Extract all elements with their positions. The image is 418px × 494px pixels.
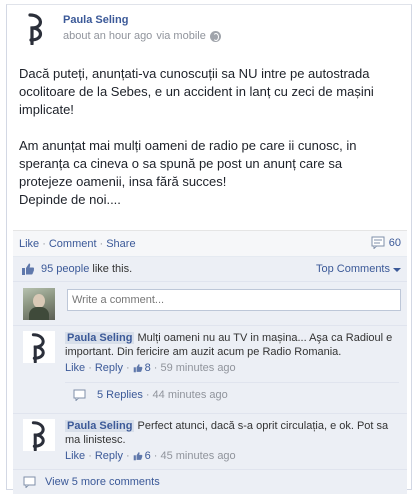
comment-composer bbox=[13, 282, 407, 326]
separator: · bbox=[42, 237, 46, 250]
comment-body: Paula Seling Mulți oameni nu au TV in ma… bbox=[65, 331, 399, 375]
reply-icon bbox=[73, 389, 86, 401]
post-actions-bar: Like · Comment · Share 60 bbox=[13, 230, 407, 256]
comment-bubble-icon bbox=[23, 476, 36, 488]
comments-area: 95 people like this. Top Comments Paula … bbox=[13, 256, 407, 494]
post-via: via mobile bbox=[156, 30, 206, 42]
comment-meta: Like · Reply · 6 · 45 minutes ago bbox=[65, 449, 399, 463]
separator: · bbox=[153, 450, 158, 462]
likes-suffix: like this. bbox=[89, 263, 133, 275]
post-timestamp[interactable]: about an hour ago bbox=[63, 30, 152, 42]
comment-timestamp[interactable]: 45 minutes ago bbox=[160, 449, 235, 463]
replies-timestamp: 44 minutes ago bbox=[152, 388, 228, 401]
comment-like-count[interactable]: 6 bbox=[145, 449, 151, 463]
comment-link[interactable]: Comment bbox=[49, 238, 97, 250]
author-avatar[interactable] bbox=[19, 11, 53, 46]
replies-link[interactable]: 5 Replies bbox=[97, 389, 143, 401]
comment-reply-link[interactable]: Reply bbox=[95, 361, 123, 375]
separator: · bbox=[88, 362, 92, 374]
separator: · bbox=[125, 450, 130, 462]
post-paragraph-1: Dacă puteți, anunțati-va cunoscuții sa N… bbox=[19, 66, 374, 117]
likes-row: 95 people like this. Top Comments bbox=[13, 257, 407, 282]
post-body: Dacă puteți, anunțati-va cunoscuții sa N… bbox=[19, 65, 397, 209]
comment-input[interactable] bbox=[67, 289, 401, 311]
thumbs-up-icon bbox=[133, 364, 142, 373]
comment-body: Paula Seling Perfect atunci, dacă s-a op… bbox=[65, 419, 399, 463]
caret-down-icon bbox=[393, 267, 401, 272]
comment-item: Paula Seling Perfect atunci, dacă s-a op… bbox=[13, 414, 407, 470]
viewer-avatar bbox=[23, 288, 55, 320]
comment-like-link[interactable]: Like bbox=[65, 449, 85, 463]
comment-timestamp[interactable]: 59 minutes ago bbox=[160, 361, 235, 375]
post-paragraph-2: Am anunțat mai mulți oameni de radio pe … bbox=[19, 138, 357, 207]
separator: · bbox=[99, 237, 104, 250]
comment-author-avatar[interactable] bbox=[23, 331, 55, 364]
like-link[interactable]: Like bbox=[19, 238, 39, 250]
top-comments-label: Top Comments bbox=[316, 263, 390, 275]
view-more-link[interactable]: View 5 more comments bbox=[45, 476, 160, 488]
comment-item: Paula Seling Mulți oameni nu au TV in ma… bbox=[13, 326, 407, 414]
comment-meta: Like · Reply · 8 · 59 minutes ago bbox=[65, 361, 399, 375]
replies-row[interactable]: 5 Replies · 44 minutes ago bbox=[65, 382, 399, 406]
top-comments-dropdown[interactable]: Top Comments bbox=[316, 263, 401, 275]
separator: · bbox=[125, 362, 130, 374]
comment-count: 60 bbox=[388, 236, 401, 249]
author-logo-icon bbox=[31, 333, 45, 364]
separator: · bbox=[153, 362, 158, 374]
author-logo-icon bbox=[28, 13, 43, 46]
thumbs-up-icon bbox=[133, 452, 142, 461]
comment-author-name[interactable]: Paula Seling bbox=[65, 332, 135, 344]
separator: · bbox=[88, 450, 92, 462]
share-link[interactable]: Share bbox=[106, 238, 135, 250]
globe-icon[interactable] bbox=[209, 30, 221, 42]
likes-count-link[interactable]: 95 people bbox=[41, 263, 89, 275]
separator: · bbox=[145, 388, 150, 401]
thumbs-up-icon bbox=[22, 263, 35, 275]
view-more-comments[interactable]: View 5 more comments bbox=[13, 470, 407, 494]
comment-author-avatar[interactable] bbox=[23, 419, 55, 452]
facebook-post: Paula Seling about an hour ago via mobil… bbox=[6, 4, 412, 494]
comment-reply-link[interactable]: Reply bbox=[95, 449, 123, 463]
author-logo-icon bbox=[31, 421, 45, 452]
comment-bubble-icon bbox=[371, 236, 385, 249]
comment-author-name[interactable]: Paula Seling bbox=[65, 420, 135, 432]
post-author-name[interactable]: Paula Seling bbox=[63, 14, 128, 26]
comment-like-count[interactable]: 8 bbox=[145, 361, 151, 375]
post-meta: about an hour ago via mobile bbox=[63, 30, 221, 42]
comment-count-link[interactable]: 60 bbox=[371, 236, 401, 249]
post-header: Paula Seling about an hour ago via mobil… bbox=[19, 11, 401, 51]
comment-like-link[interactable]: Like bbox=[65, 361, 85, 375]
